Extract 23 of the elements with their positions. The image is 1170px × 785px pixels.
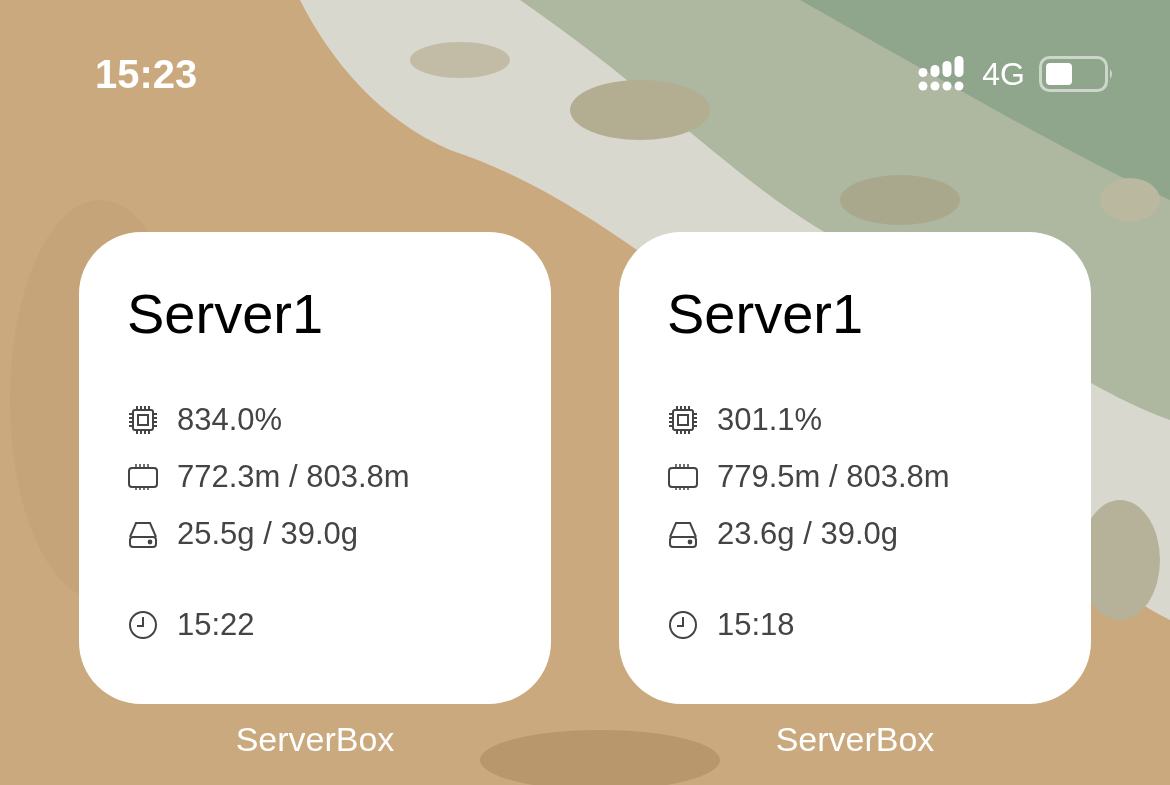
clock-icon xyxy=(667,609,699,641)
memory-icon xyxy=(667,461,699,493)
network-label: 4G xyxy=(982,55,1025,93)
stat-value: 23.6g / 39.0g xyxy=(717,516,898,552)
stat-value: 301.1% xyxy=(717,402,823,438)
server-name: Server1 xyxy=(667,281,865,347)
stat-value: 779.5m / 803.8m xyxy=(717,459,950,495)
server-widget[interactable]: Server1 301.1% 779.5m / 803.8m 23.6g / 39.0g 15:18 xyxy=(619,232,1091,704)
stat-value: 25.5g / 39.0g xyxy=(177,516,358,552)
memory-icon xyxy=(127,461,159,493)
status-time: 15:23 xyxy=(95,51,198,97)
chip-icon xyxy=(667,404,699,436)
app-label: ServerBox xyxy=(235,720,395,759)
chip-icon xyxy=(127,404,159,436)
stat-value: 834.0% xyxy=(177,402,283,438)
stat-value: 772.3m / 803.8m xyxy=(177,459,410,495)
update-time: 15:22 xyxy=(177,607,255,643)
app-label: ServerBox xyxy=(775,720,935,759)
server-name: Server1 xyxy=(127,281,325,347)
update-time: 15:18 xyxy=(717,607,795,643)
battery-icon xyxy=(1039,56,1115,92)
server-widget[interactable]: Server1 834.0% 772.3m / 803.8m 25.5g / 39.0g 15:22 xyxy=(79,232,551,704)
clock-icon xyxy=(127,609,159,641)
